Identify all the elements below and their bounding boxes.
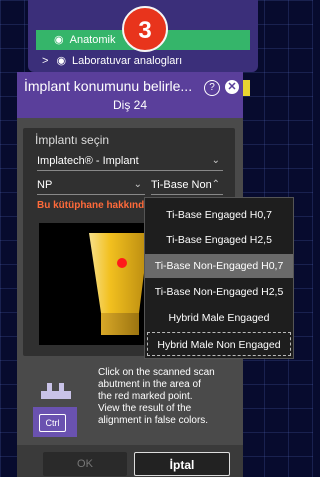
dialog-header: İmplant konumunu belirle... ? ✕ Diş 24 [17,72,243,118]
type-dropdown-list: Ti-Base Engaged H0,7 Ti-Base Engaged H2,… [144,197,294,359]
red-marker[interactable] [117,258,127,268]
ok-button[interactable]: OK [43,452,127,476]
library-warning[interactable]: Bu kütüphane hakkında [37,200,150,211]
chevron-down-icon: ⌄ [211,155,220,166]
dropdown-option[interactable]: Ti-Base Engaged H0,7 [145,203,293,227]
platform-value: NP [37,179,53,191]
scan-click-icon [37,373,77,405]
dropdown-option-focused[interactable]: Hybrid Male Non Engaged [147,332,291,356]
cancel-button[interactable]: İptal [134,452,230,476]
platform-select[interactable]: NP ⌄ [37,177,145,195]
instruction-text-1: Click on the scanned scan abutment in th… [98,367,215,402]
ctrl-key: Ctrl [39,414,66,432]
type-value: Ti-Base Non [151,179,212,191]
help-icon[interactable]: ? [204,80,220,96]
tree-item-label: Anatomik [69,34,116,46]
dropdown-option-highlighted[interactable]: Ti-Base Non-Engaged H0,7 [145,254,293,278]
dropdown-option[interactable]: Hybrid Male Engaged [145,306,293,330]
step-badge: 3 [122,6,168,52]
dropdown-option[interactable]: Ti-Base Non-Engaged H2,5 [145,280,293,304]
eye-icon[interactable]: ◉ [56,55,66,67]
dropdown-option[interactable]: Ti-Base Engaged H2,5 [145,228,293,252]
type-select[interactable]: Ti-Base Non ⌃ [151,177,223,195]
close-icon[interactable]: ✕ [225,80,239,94]
expand-icon[interactable]: > [42,55,48,67]
library-value: Implatech® - Implant [37,155,139,167]
chevron-up-icon: ⌃ [211,179,220,190]
tree-item-label: Laboratuvar analogları [72,55,183,67]
tooth-label: Diş 24 [112,98,147,112]
instruction-text-2: View the result of the alignment in fals… [98,403,209,426]
eye-icon[interactable]: ◉ [54,34,64,46]
tree-item-laboratuvar[interactable]: > ◉ Laboratuvar analogları [36,53,250,69]
dialog-title: İmplant konumunu belirle... [24,78,193,94]
library-select[interactable]: Implatech® - Implant ⌄ [37,153,223,171]
scroll-marker [243,80,250,96]
section-label: İmplantı seçin [35,133,110,147]
chevron-down-icon: ⌄ [133,179,142,190]
